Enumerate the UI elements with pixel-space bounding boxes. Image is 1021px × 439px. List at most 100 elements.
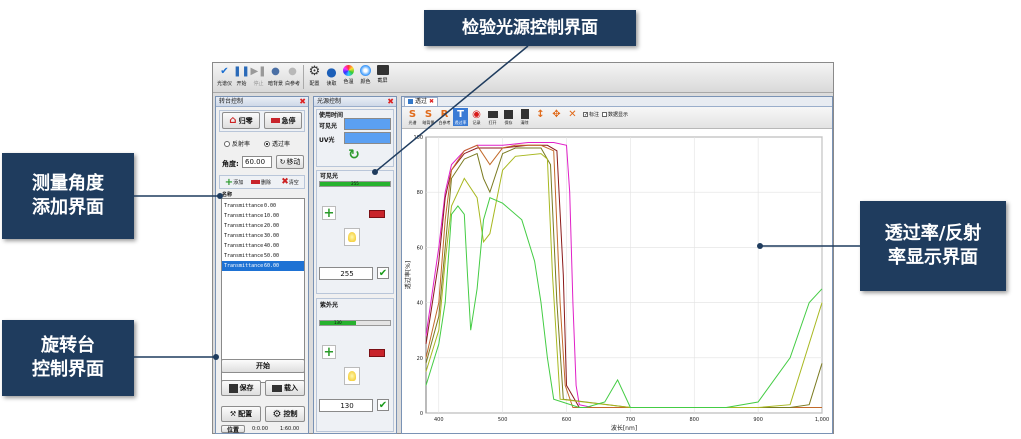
move-button[interactable]: ↻ 移动: [276, 155, 304, 169]
chart-tool-transmittance[interactable]: T 透过率: [453, 108, 468, 126]
minus-icon: [250, 180, 260, 184]
radio-label: 透过率: [272, 141, 291, 148]
refresh-button[interactable]: ↻: [345, 147, 363, 163]
visible-increase-button[interactable]: +: [322, 205, 336, 221]
chart-tool-vertical[interactable]: ↕: [533, 108, 548, 120]
position-button[interactable]: 位置: [221, 425, 245, 434]
uv-bulb-toggle[interactable]: [344, 367, 360, 385]
tools-icon: ⚒: [229, 410, 237, 418]
close-icon[interactable]: ✖: [387, 97, 394, 107]
delete-button[interactable]: 删除: [248, 177, 274, 187]
list-item[interactable]: Transmittance 10.00: [222, 211, 304, 221]
close-red-icon: ✖: [281, 177, 289, 187]
toolbar-screenshot-button[interactable]: 截屏: [374, 65, 391, 84]
callout-text: 控制界面: [32, 359, 104, 380]
uv-intensity-bar: 130: [319, 320, 391, 326]
toolbar-color-button[interactable]: 颜色: [357, 65, 374, 85]
chart-tool-record[interactable]: ◉ 记录: [469, 108, 484, 126]
list-item[interactable]: Transmittance 0.00: [222, 201, 304, 211]
annotate-checkbox[interactable]: ✓ 标注: [583, 111, 599, 118]
toolbar-read-button[interactable]: ● 读取: [323, 65, 340, 88]
callout-text: 测量角度: [32, 173, 104, 194]
config-button[interactable]: ⚒ 配置: [221, 406, 261, 422]
radio-circle: [224, 140, 230, 147]
y-tick-label: 0: [420, 411, 423, 417]
checkmark-icon: ✔: [220, 66, 229, 77]
s-letter-icon: S: [408, 108, 417, 120]
tab-label: 透过: [415, 97, 428, 105]
gear-icon: ⚙: [272, 408, 282, 420]
save-button[interactable]: 保存: [221, 380, 261, 396]
stop-icon: [270, 118, 280, 123]
skip-icon: ▶❚: [250, 66, 267, 77]
visible-bulb-toggle[interactable]: [344, 228, 360, 246]
transmit-radio[interactable]: 透过率: [264, 139, 290, 148]
transmittance-chart-panel: 透过 ✖ S 光谱 S 暗背景 R 白参考 T 透过率 ◉ 记录 打开 保存 清…: [401, 96, 833, 434]
callout-text: 旋转台: [41, 335, 95, 356]
close-icon[interactable]: ✖: [429, 98, 434, 106]
visible-decrease-button[interactable]: [369, 210, 385, 218]
clear-button[interactable]: ✖ 清空: [276, 177, 304, 187]
toolbar-spectrometer-button[interactable]: ✔ 光谱仪: [216, 65, 233, 87]
y-tick-label: 80: [417, 190, 423, 196]
list-item[interactable]: Transmittance 30.00: [222, 231, 304, 241]
clear-label: 清空: [288, 179, 299, 186]
start-label: 开始: [256, 362, 270, 370]
list-item-value: 20.00: [264, 223, 280, 229]
chart-tool-white[interactable]: R 白参考: [437, 108, 452, 126]
home-label: 归零: [238, 116, 253, 125]
visible-apply-button[interactable]: ✔: [377, 267, 389, 279]
uv-light-label: UV光: [319, 137, 335, 144]
callout-text: 透过率/反射: [884, 223, 982, 244]
list-header: 名称: [222, 192, 233, 198]
floppy-icon: [502, 108, 515, 120]
plus-icon: +: [323, 205, 335, 221]
home-button[interactable]: ⌂ 归零: [222, 112, 260, 129]
emergency-stop-button[interactable]: 急停: [264, 112, 302, 129]
usage-time-label: 使用时间: [319, 112, 344, 119]
uv-value-input[interactable]: 130: [319, 399, 373, 412]
uv-apply-button[interactable]: ✔: [377, 399, 389, 411]
start-button[interactable]: 开始: [221, 359, 305, 373]
close-icon[interactable]: ✖: [299, 97, 306, 107]
chart-tool-save[interactable]: 保存: [501, 108, 516, 126]
list-item-value: 50.00: [264, 253, 280, 259]
tab-transmittance[interactable]: 透过 ✖: [404, 96, 439, 107]
add-button[interactable]: + 添加: [221, 177, 247, 188]
list-item-selected[interactable]: Transmittance 60.00: [222, 261, 304, 271]
uv-time-field: [344, 132, 391, 144]
chart-tool-label: 光谱: [408, 120, 417, 125]
toolbar-white-button[interactable]: ● 白参考: [284, 65, 301, 87]
list-item[interactable]: Transmittance 40.00: [222, 241, 304, 251]
load-button[interactable]: 载入: [265, 380, 305, 396]
chart-tool-pan[interactable]: ✥: [549, 108, 564, 120]
uv-increase-button[interactable]: +: [322, 345, 336, 360]
chart-tool-spectrum[interactable]: S 光谱: [405, 108, 420, 126]
toolbar-stop-button[interactable]: ▶❚ 停止: [250, 65, 267, 87]
chart-tool-reset[interactable]: ✕: [565, 108, 580, 120]
light-panel: 光源控制 ✖ 使用时间 可见光 UV光 ↻ 可见光 255 + 255 ✔ 紫外: [313, 96, 397, 434]
chart-tool-open[interactable]: 打开: [485, 108, 500, 126]
list-item[interactable]: Transmittance 50.00: [222, 251, 304, 261]
toolbar-config-button[interactable]: ⚙ 配置: [306, 64, 323, 87]
save-label: 保存: [239, 384, 254, 392]
uv-decrease-button[interactable]: [369, 349, 385, 357]
chart-toolbar: S 光谱 S 暗背景 R 白参考 T 透过率 ◉ 记录 打开 保存 清除 ↕ ✥…: [402, 107, 832, 129]
chart-tool-clear[interactable]: 清除: [517, 108, 532, 126]
toolbar-start-button[interactable]: ❚❚ 开始: [233, 65, 250, 87]
visible-value-input[interactable]: 255: [319, 267, 373, 280]
uv-value: 130: [340, 401, 354, 410]
angle-input[interactable]: 60.00: [242, 156, 272, 168]
pause-icon: ❚❚: [233, 66, 250, 77]
angle-list[interactable]: Transmittance 0.00 Transmittance 10.00 Tra…: [221, 198, 305, 383]
data-display-checkbox[interactable]: 数据显示: [602, 111, 628, 118]
y-tick-label: 20: [417, 356, 423, 362]
chart-tool-dark[interactable]: S 暗背景: [421, 108, 436, 126]
list-item[interactable]: Transmittance 20.00: [222, 221, 304, 231]
toolbar-color-temp-button[interactable]: 色温: [340, 65, 357, 85]
visible-section-label: 可见光: [320, 173, 339, 180]
control-button[interactable]: ⚙ 控制: [265, 406, 305, 422]
palette-icon: [360, 65, 371, 76]
toolbar-dark-button[interactable]: ● 暗背景: [267, 65, 284, 87]
reflect-radio[interactable]: 反射率: [224, 139, 250, 148]
